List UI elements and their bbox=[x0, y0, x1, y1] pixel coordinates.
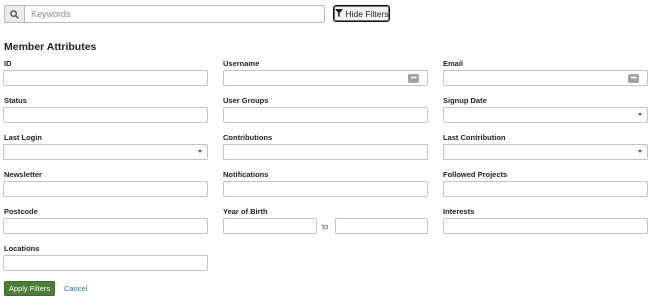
hide-filters-label: Hide Filters bbox=[345, 8, 389, 19]
postcode-label: Postcode bbox=[4, 207, 38, 216]
username-label: Username bbox=[223, 59, 260, 68]
year-of-birth-label: Year of Birth bbox=[223, 207, 268, 216]
email-label: Email bbox=[443, 59, 464, 68]
last-login-select[interactable] bbox=[3, 144, 208, 160]
chevron-down-icon bbox=[638, 150, 642, 153]
dots-icon[interactable]: ••• bbox=[628, 74, 639, 83]
last-login-label: Last Login bbox=[4, 133, 42, 142]
search-input[interactable] bbox=[24, 5, 325, 23]
locations-input[interactable] bbox=[3, 255, 208, 271]
signup-date-select[interactable] bbox=[443, 107, 648, 123]
postcode-input[interactable] bbox=[3, 218, 208, 234]
chevron-down-icon bbox=[198, 150, 202, 153]
search-bar bbox=[4, 5, 325, 23]
chevron-down-icon bbox=[638, 113, 642, 116]
filter-icon bbox=[334, 8, 343, 19]
range-separator: to bbox=[322, 222, 329, 231]
hide-filters-button[interactable]: Hide Filters bbox=[333, 5, 390, 22]
user-groups-input[interactable] bbox=[223, 107, 428, 123]
cancel-link[interactable]: Cancel bbox=[64, 284, 87, 293]
year-of-birth-from-input[interactable] bbox=[223, 218, 317, 234]
followed-projects-label: Followed Projects bbox=[443, 170, 508, 179]
interests-label: Interests bbox=[443, 207, 475, 216]
notifications-input[interactable] bbox=[223, 181, 428, 197]
newsletter-input[interactable] bbox=[3, 181, 208, 197]
user-groups-label: User Groups bbox=[223, 96, 269, 105]
section-title: Member Attributes bbox=[4, 41, 97, 53]
status-input[interactable] bbox=[3, 107, 208, 123]
contributions-label: Contributions bbox=[223, 133, 273, 142]
id-label: ID bbox=[4, 59, 12, 68]
search-icon[interactable] bbox=[4, 5, 24, 23]
year-of-birth-to-input[interactable] bbox=[335, 218, 428, 234]
contributions-input[interactable] bbox=[223, 144, 428, 160]
signup-date-label: Signup Date bbox=[443, 96, 487, 105]
status-label: Status bbox=[4, 96, 27, 105]
followed-projects-input[interactable] bbox=[443, 181, 648, 197]
locations-label: Locations bbox=[4, 244, 40, 253]
newsletter-label: Newsletter bbox=[4, 170, 42, 179]
last-contribution-label: Last Contribution bbox=[443, 133, 506, 142]
dots-icon[interactable]: ••• bbox=[408, 74, 419, 83]
email-input[interactable]: ••• bbox=[443, 70, 648, 86]
notifications-label: Notifications bbox=[223, 170, 269, 179]
username-input[interactable]: ••• bbox=[223, 70, 428, 86]
interests-input[interactable] bbox=[443, 218, 648, 234]
last-contribution-select[interactable] bbox=[443, 144, 648, 160]
id-input[interactable] bbox=[3, 70, 208, 86]
apply-filters-button[interactable]: Apply Filters bbox=[4, 281, 55, 296]
